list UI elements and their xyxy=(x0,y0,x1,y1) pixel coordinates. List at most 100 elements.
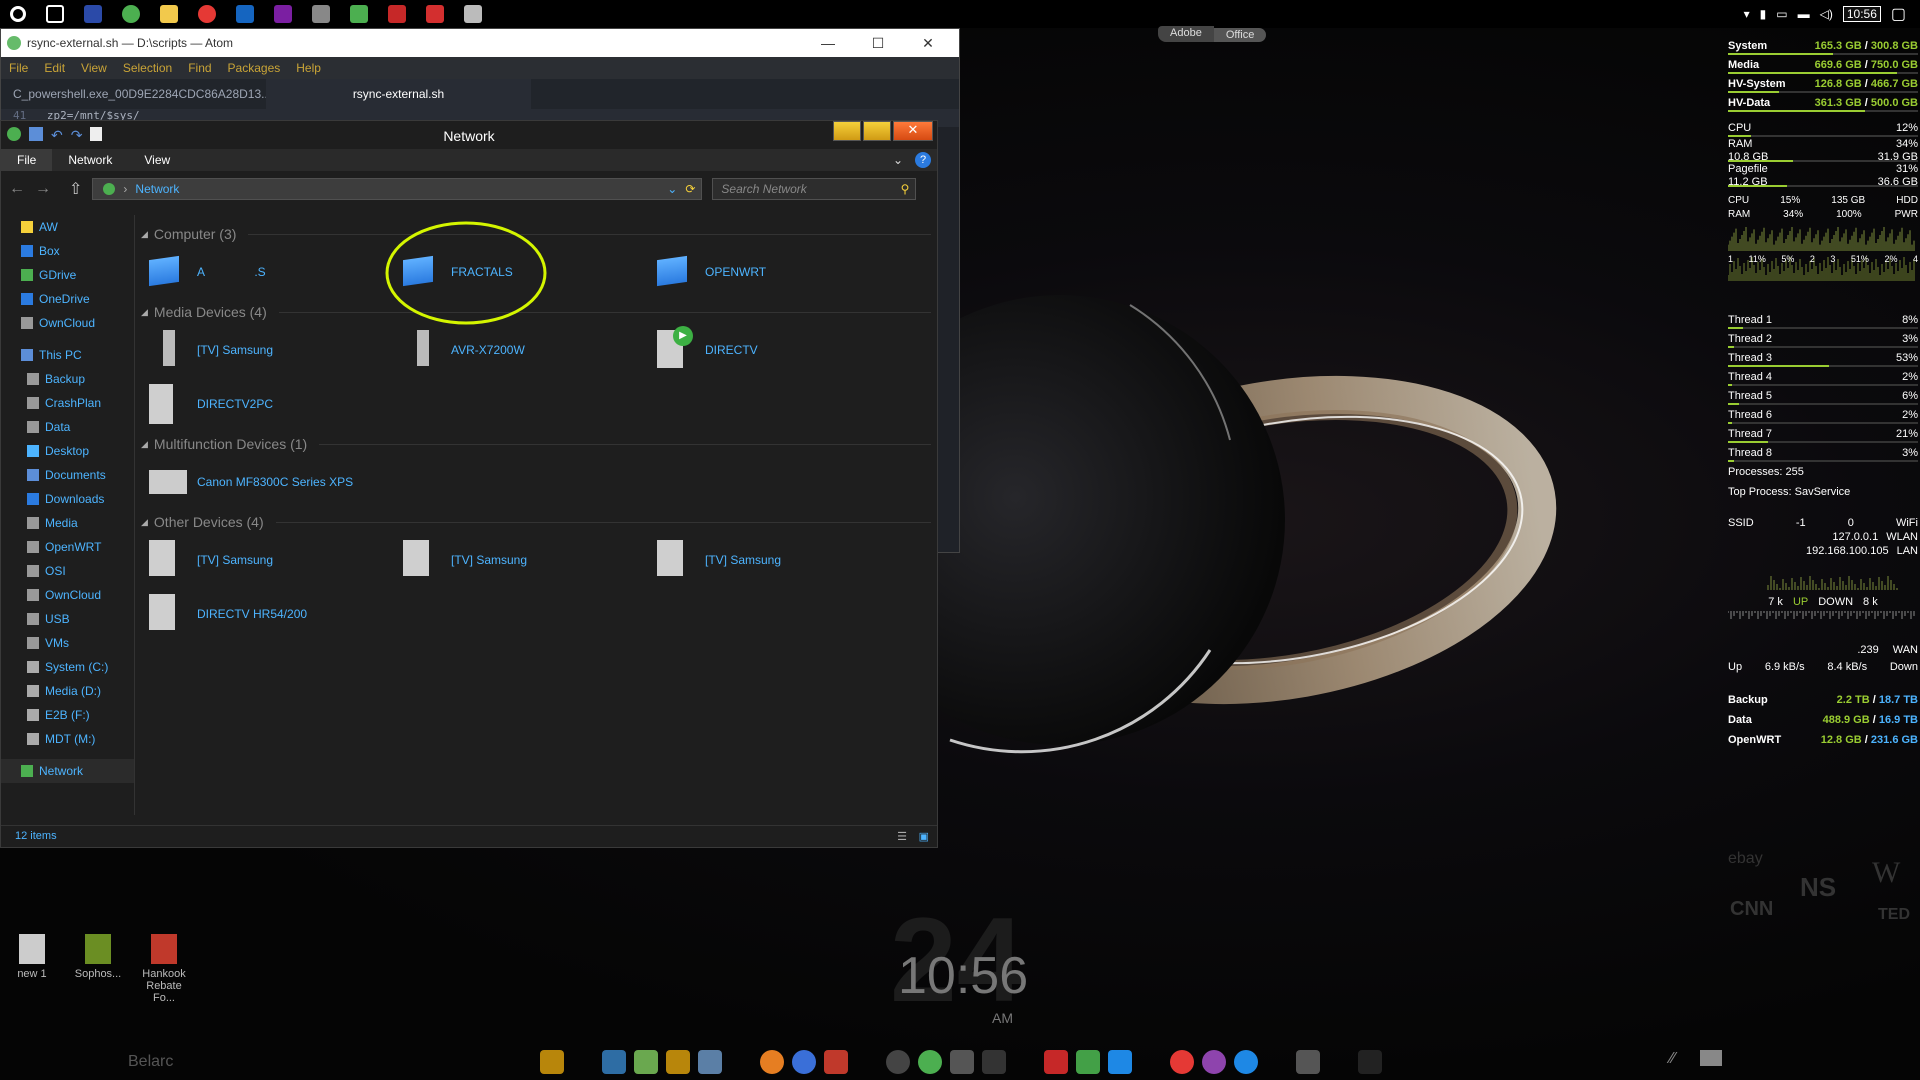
app-icon[interactable] xyxy=(698,1050,722,1074)
chrome-icon[interactable] xyxy=(1170,1050,1194,1074)
app-icon[interactable] xyxy=(540,1050,564,1074)
network-item[interactable]: Canon MF8300C Series XPS xyxy=(141,455,395,509)
chevron-down-icon[interactable]: ⌄ xyxy=(667,182,677,196)
nav-item[interactable]: AW xyxy=(1,215,134,239)
app-icon[interactable] xyxy=(950,1050,974,1074)
app-icon[interactable] xyxy=(1108,1050,1132,1074)
nav-item[interactable]: Box xyxy=(1,239,134,263)
maximize-icon[interactable] xyxy=(863,121,891,141)
network-item[interactable]: ▶ DIRECTV xyxy=(649,323,903,377)
nav-item[interactable]: OwnCloud xyxy=(1,583,134,607)
nav-item[interactable]: Media (D:) xyxy=(1,679,134,703)
app-icon[interactable] xyxy=(388,5,406,23)
collapse-icon[interactable]: ◢ xyxy=(141,229,148,240)
group-header[interactable]: ◢ Other Devices (4) xyxy=(141,511,931,533)
breadcrumb-network[interactable]: Network xyxy=(135,182,179,196)
nav-item[interactable]: OneDrive xyxy=(1,287,134,311)
desktop-icon-hankook[interactable]: Hankook Rebate Fo... xyxy=(136,934,192,1004)
minimize-icon[interactable]: — xyxy=(803,29,853,57)
menu-file[interactable]: File xyxy=(9,61,28,75)
app-icon[interactable] xyxy=(1076,1050,1100,1074)
nav-item[interactable]: OpenWRT xyxy=(1,535,134,559)
belarc-label[interactable]: Belarc xyxy=(128,1053,173,1071)
logo-ebay[interactable]: ebay xyxy=(1728,850,1763,868)
logo-ns[interactable]: NS xyxy=(1800,872,1836,903)
tray-clock[interactable]: 10:56 xyxy=(1842,6,1881,22)
network-tool-icon[interactable] xyxy=(312,5,330,23)
nav-item[interactable]: OwnCloud xyxy=(1,311,134,335)
tab-powershell[interactable]: C_powershell.exe_00D9E2284CDC86A28D13... xyxy=(1,79,266,109)
menu-selection[interactable]: Selection xyxy=(123,61,172,75)
collapse-icon[interactable]: ◢ xyxy=(141,307,148,318)
nav-item[interactable]: CrashPlan xyxy=(1,391,134,415)
logo-cnn[interactable]: CNN xyxy=(1730,898,1773,921)
back-icon[interactable]: ← xyxy=(9,180,25,198)
tray-app-icon[interactable]: ▮ xyxy=(1760,7,1767,21)
up-icon[interactable]: ⇧ xyxy=(69,179,82,199)
maximize-icon[interactable]: ☐ xyxy=(853,29,903,57)
nav-item[interactable]: Network xyxy=(1,759,134,783)
tab-office[interactable]: Office xyxy=(1213,28,1267,42)
group-header[interactable]: ◢ Multifunction Devices (1) xyxy=(141,433,931,455)
large-icons-view-icon[interactable]: ▣ xyxy=(919,830,929,843)
details-view-icon[interactable]: ☰ xyxy=(897,830,907,843)
network-item[interactable]: [TV] Samsung xyxy=(395,533,649,587)
battery-icon[interactable]: ▬ xyxy=(1798,7,1810,21)
minimize-icon[interactable] xyxy=(833,121,861,141)
tab-network[interactable]: Network xyxy=(52,149,128,171)
task-view-icon[interactable] xyxy=(46,5,64,23)
network-item[interactable]: DIRECTV HR54/200 xyxy=(141,587,395,641)
app-icon[interactable] xyxy=(1700,1050,1722,1066)
menu-edit[interactable]: Edit xyxy=(44,61,65,75)
outlook-icon[interactable] xyxy=(236,5,254,23)
nav-item[interactable]: Backup xyxy=(1,367,134,391)
network-tool-icon[interactable] xyxy=(350,5,368,23)
app-icon[interactable] xyxy=(426,5,444,23)
app-icon[interactable] xyxy=(792,1050,816,1074)
chrome-icon[interactable] xyxy=(198,5,216,23)
network-item[interactable]: [TV] Samsung xyxy=(141,533,395,587)
tab-file[interactable]: File xyxy=(1,149,53,171)
menu-view[interactable]: View xyxy=(81,61,107,75)
network-item[interactable]: OPENWRT xyxy=(649,245,903,299)
app-icon[interactable] xyxy=(824,1050,848,1074)
nav-item[interactable]: Documents xyxy=(1,463,134,487)
network-item[interactable]: AVR-X7200W xyxy=(395,323,649,377)
help-icon[interactable]: ? xyxy=(915,152,931,168)
printer-icon[interactable] xyxy=(464,5,482,23)
logo-ted[interactable]: TED xyxy=(1878,906,1910,924)
nav-item[interactable]: System (C:) xyxy=(1,655,134,679)
recycle-bin-icon[interactable] xyxy=(1358,1050,1382,1074)
desktop-icon-sophos[interactable]: Sophos... xyxy=(70,934,126,980)
menu-help[interactable]: Help xyxy=(296,61,321,75)
close-icon[interactable]: ✕ xyxy=(893,121,933,141)
search-icon[interactable]: ⚲ xyxy=(901,182,910,196)
action-center-icon[interactable]: ▢ xyxy=(1891,4,1906,24)
nav-item[interactable]: OSI xyxy=(1,559,134,583)
refresh-icon[interactable]: ⟳ xyxy=(685,182,695,196)
nav-item[interactable]: Downloads xyxy=(1,487,134,511)
nav-item[interactable]: GDrive xyxy=(1,263,134,287)
collapse-icon[interactable]: ◢ xyxy=(141,439,148,450)
nav-item[interactable]: Desktop xyxy=(1,439,134,463)
ie-icon[interactable] xyxy=(1234,1050,1258,1074)
network-icon[interactable]: ▭ xyxy=(1776,7,1787,21)
tab-view[interactable]: View xyxy=(128,149,186,171)
cortana-icon[interactable] xyxy=(10,6,26,22)
search-input[interactable]: Search Network ⚲ xyxy=(712,178,917,200)
nav-item[interactable]: E2B (F:) xyxy=(1,703,134,727)
nav-item[interactable]: MDT (M:) xyxy=(1,727,134,751)
network-item[interactable]: [TV] Samsung xyxy=(141,323,395,377)
app-icon[interactable] xyxy=(760,1050,784,1074)
network-item[interactable]: DIRECTV2PC xyxy=(141,377,395,431)
app-icon[interactable] xyxy=(982,1050,1006,1074)
app-icon[interactable] xyxy=(634,1050,658,1074)
nav-item[interactable]: VMs xyxy=(1,631,134,655)
address-bar[interactable]: › Network ⌄ ⟳ xyxy=(92,178,703,200)
tab-adobe[interactable]: Adobe xyxy=(1158,26,1214,42)
close-icon[interactable]: ✕ xyxy=(903,29,953,57)
network-item[interactable]: A .S xyxy=(141,245,395,299)
desktop-icon-new1[interactable]: new 1 xyxy=(4,934,60,980)
app-icon[interactable] xyxy=(602,1050,626,1074)
chrome-icon[interactable] xyxy=(122,5,140,23)
